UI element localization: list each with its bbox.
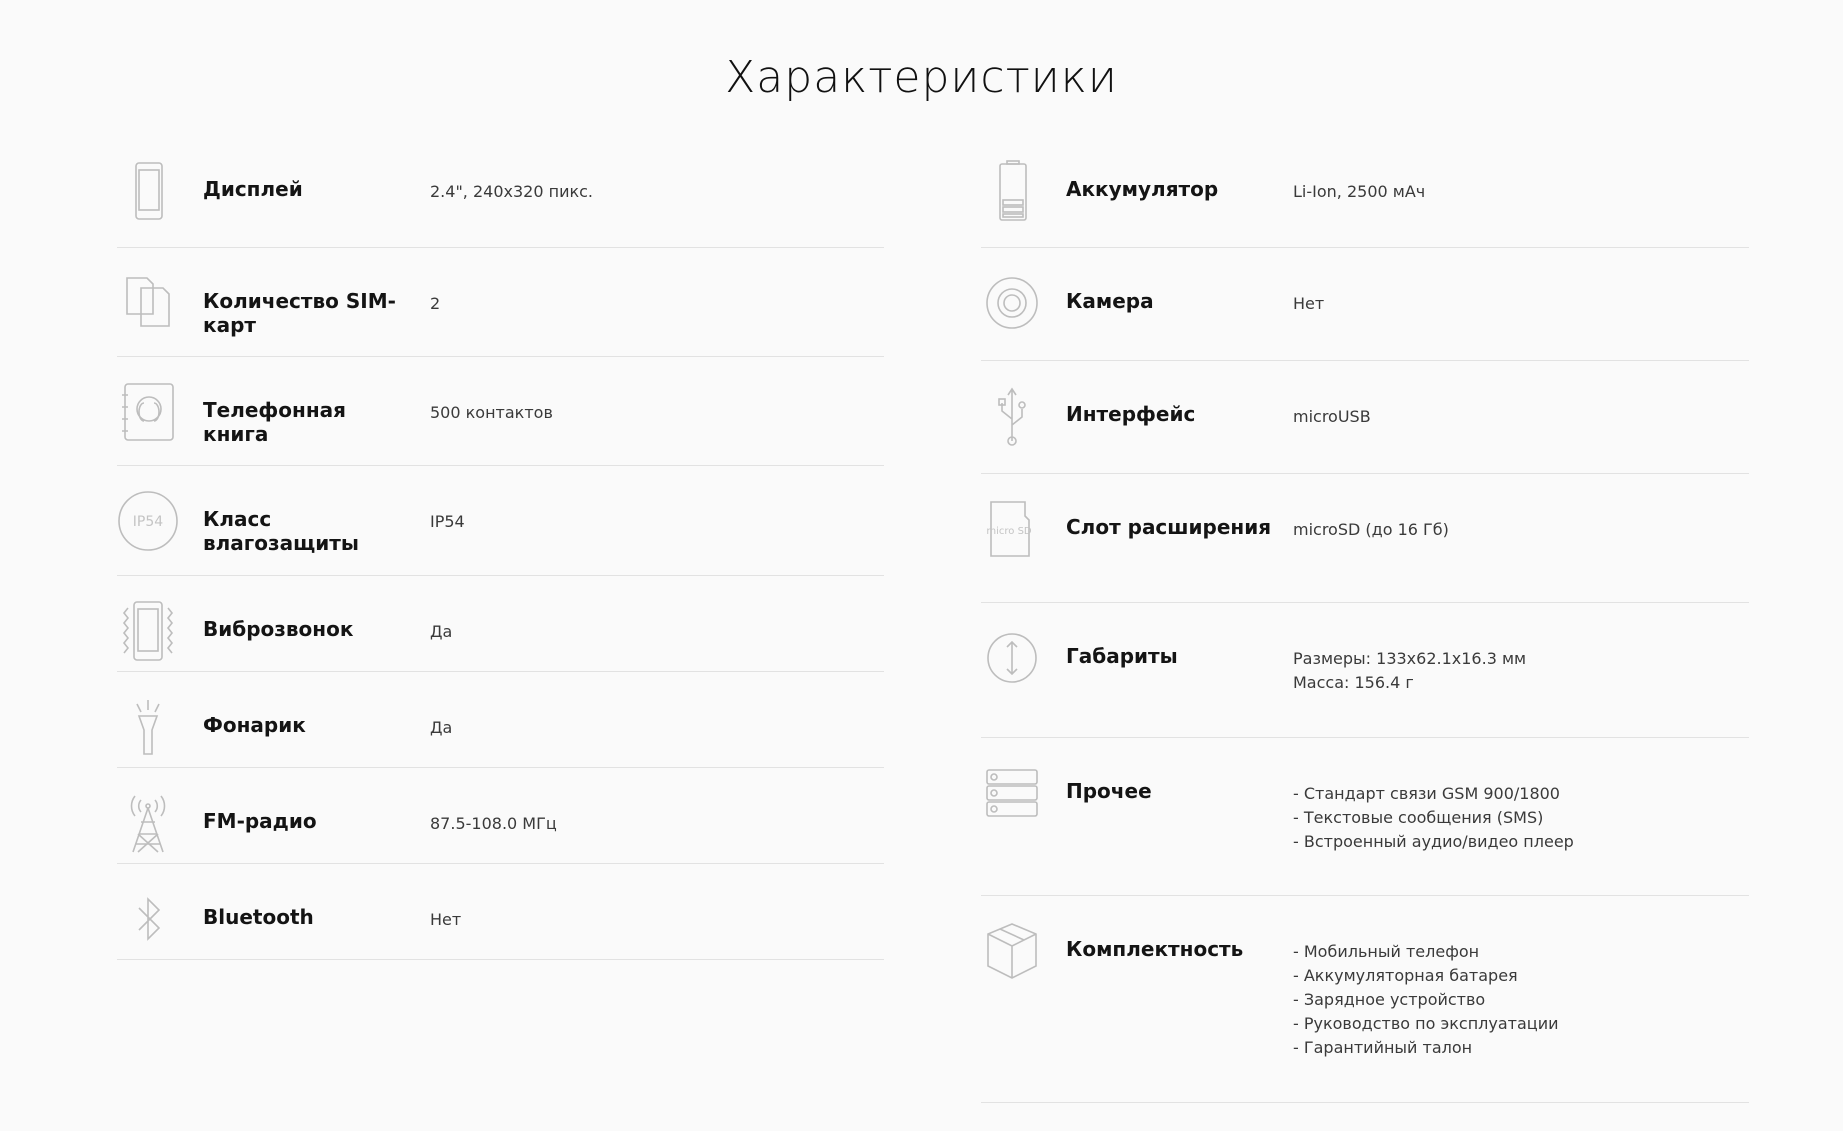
sim-cards-icon — [117, 272, 179, 334]
spec-row-display: Дисплей 2.4", 240x320 пикс. — [117, 136, 884, 248]
spec-label: Телефонная книга — [203, 398, 346, 446]
usb-icon — [981, 385, 1043, 447]
spec-label: Габариты — [1066, 644, 1178, 668]
spec-value: Li-Ion, 2500 мАч — [1293, 182, 1426, 201]
spec-row-interface: Интерфейс microUSB — [981, 361, 1749, 474]
radio-tower-icon — [117, 792, 179, 854]
spec-value: 2 — [430, 294, 441, 313]
spec-label: Дисплей — [203, 177, 303, 201]
spec-value: microSD (до 16 Гб) — [1293, 520, 1449, 539]
box-icon — [981, 920, 1043, 982]
display-icon — [117, 160, 179, 222]
spec-value: IP54 — [430, 512, 465, 531]
spec-value: - Мобильный телефон - Аккумуляторная бат… — [1293, 942, 1559, 1057]
spec-label: Фонарик — [203, 713, 306, 737]
spec-label: Прочее — [1066, 779, 1152, 803]
spec-value: - Стандарт связи GSM 900/1800 - Текстовы… — [1293, 784, 1574, 851]
spec-label: Класс влагозащиты — [203, 507, 359, 555]
spec-row-water-protection: IP54 Класс влагозащиты IP54 — [117, 466, 884, 576]
svg-text:micro SD: micro SD — [986, 526, 1032, 537]
page-title: Характеристики — [725, 52, 1118, 103]
spec-row-sim: Количество SIM-карт 2 — [117, 248, 884, 357]
spec-label: Аккумулятор — [1066, 177, 1219, 201]
ip54-icon: IP54 — [117, 490, 179, 552]
spec-value: Да — [430, 622, 453, 641]
spec-row-expansion-slot: micro SD Слот расширения microSD (до 16 … — [981, 474, 1749, 603]
phonebook-icon — [117, 381, 179, 443]
spec-row-phonebook: Телефонная книга 500 контактов — [117, 357, 884, 466]
spec-value: 2.4", 240x320 пикс. — [430, 182, 594, 201]
spec-value: microUSB — [1293, 407, 1371, 426]
battery-icon — [981, 160, 1043, 222]
flashlight-icon — [117, 696, 179, 758]
spec-row-flashlight: Фонарик Да — [117, 672, 884, 768]
spec-row-fm-radio: FM-радио 87.5-108.0 МГц — [117, 768, 884, 864]
spec-row-package: Комплектность - Мобильный телефон - Акку… — [981, 896, 1749, 1103]
svg-text:IP54: IP54 — [133, 514, 163, 530]
spec-value: Нет — [1293, 294, 1325, 313]
spec-label: Слот расширения — [1066, 515, 1272, 539]
spec-row-other: Прочее - Стандарт связи GSM 900/1800 - Т… — [981, 738, 1749, 896]
spec-label: Bluetooth — [203, 905, 314, 929]
spec-row-camera: Камера Нет — [981, 248, 1749, 361]
spec-label: Комплектность — [1066, 937, 1244, 961]
spec-label: FM-радио — [203, 809, 317, 833]
spec-value: Нет — [430, 910, 462, 929]
spec-value: Да — [430, 718, 453, 737]
spec-row-bluetooth: Bluetooth Нет — [117, 864, 884, 960]
vibration-icon — [117, 600, 179, 662]
spec-row-battery: Аккумулятор Li-Ion, 2500 мАч — [981, 136, 1749, 248]
spec-row-dimensions: Габариты Размеры: 133x62.1x16.3 мм Масса… — [981, 603, 1749, 738]
spec-label: Количество SIM-карт — [203, 289, 396, 337]
spec-value: Размеры: 133x62.1x16.3 мм Масса: 156.4 г — [1293, 649, 1527, 692]
bluetooth-icon — [117, 888, 179, 950]
spec-value: 500 контактов — [430, 403, 553, 422]
camera-icon — [981, 272, 1043, 334]
specs-page: Характеристики Дисплей 2.4", 240x320 пик… — [0, 0, 1843, 1131]
specs-column-left: Дисплей 2.4", 240x320 пикс. Количество S… — [117, 136, 884, 960]
spec-label: Камера — [1066, 289, 1154, 313]
spec-row-vibration: Виброзвонок Да — [117, 576, 884, 672]
list-icon — [981, 762, 1043, 824]
specs-column-right: Аккумулятор Li-Ion, 2500 мАч Камера Нет … — [981, 136, 1749, 1103]
spec-label: Виброзвонок — [203, 617, 354, 641]
spec-value: 87.5-108.0 МГц — [430, 814, 557, 833]
spec-label: Интерфейс — [1066, 402, 1196, 426]
dimensions-icon — [981, 627, 1043, 689]
microsd-icon: micro SD — [981, 498, 1043, 560]
